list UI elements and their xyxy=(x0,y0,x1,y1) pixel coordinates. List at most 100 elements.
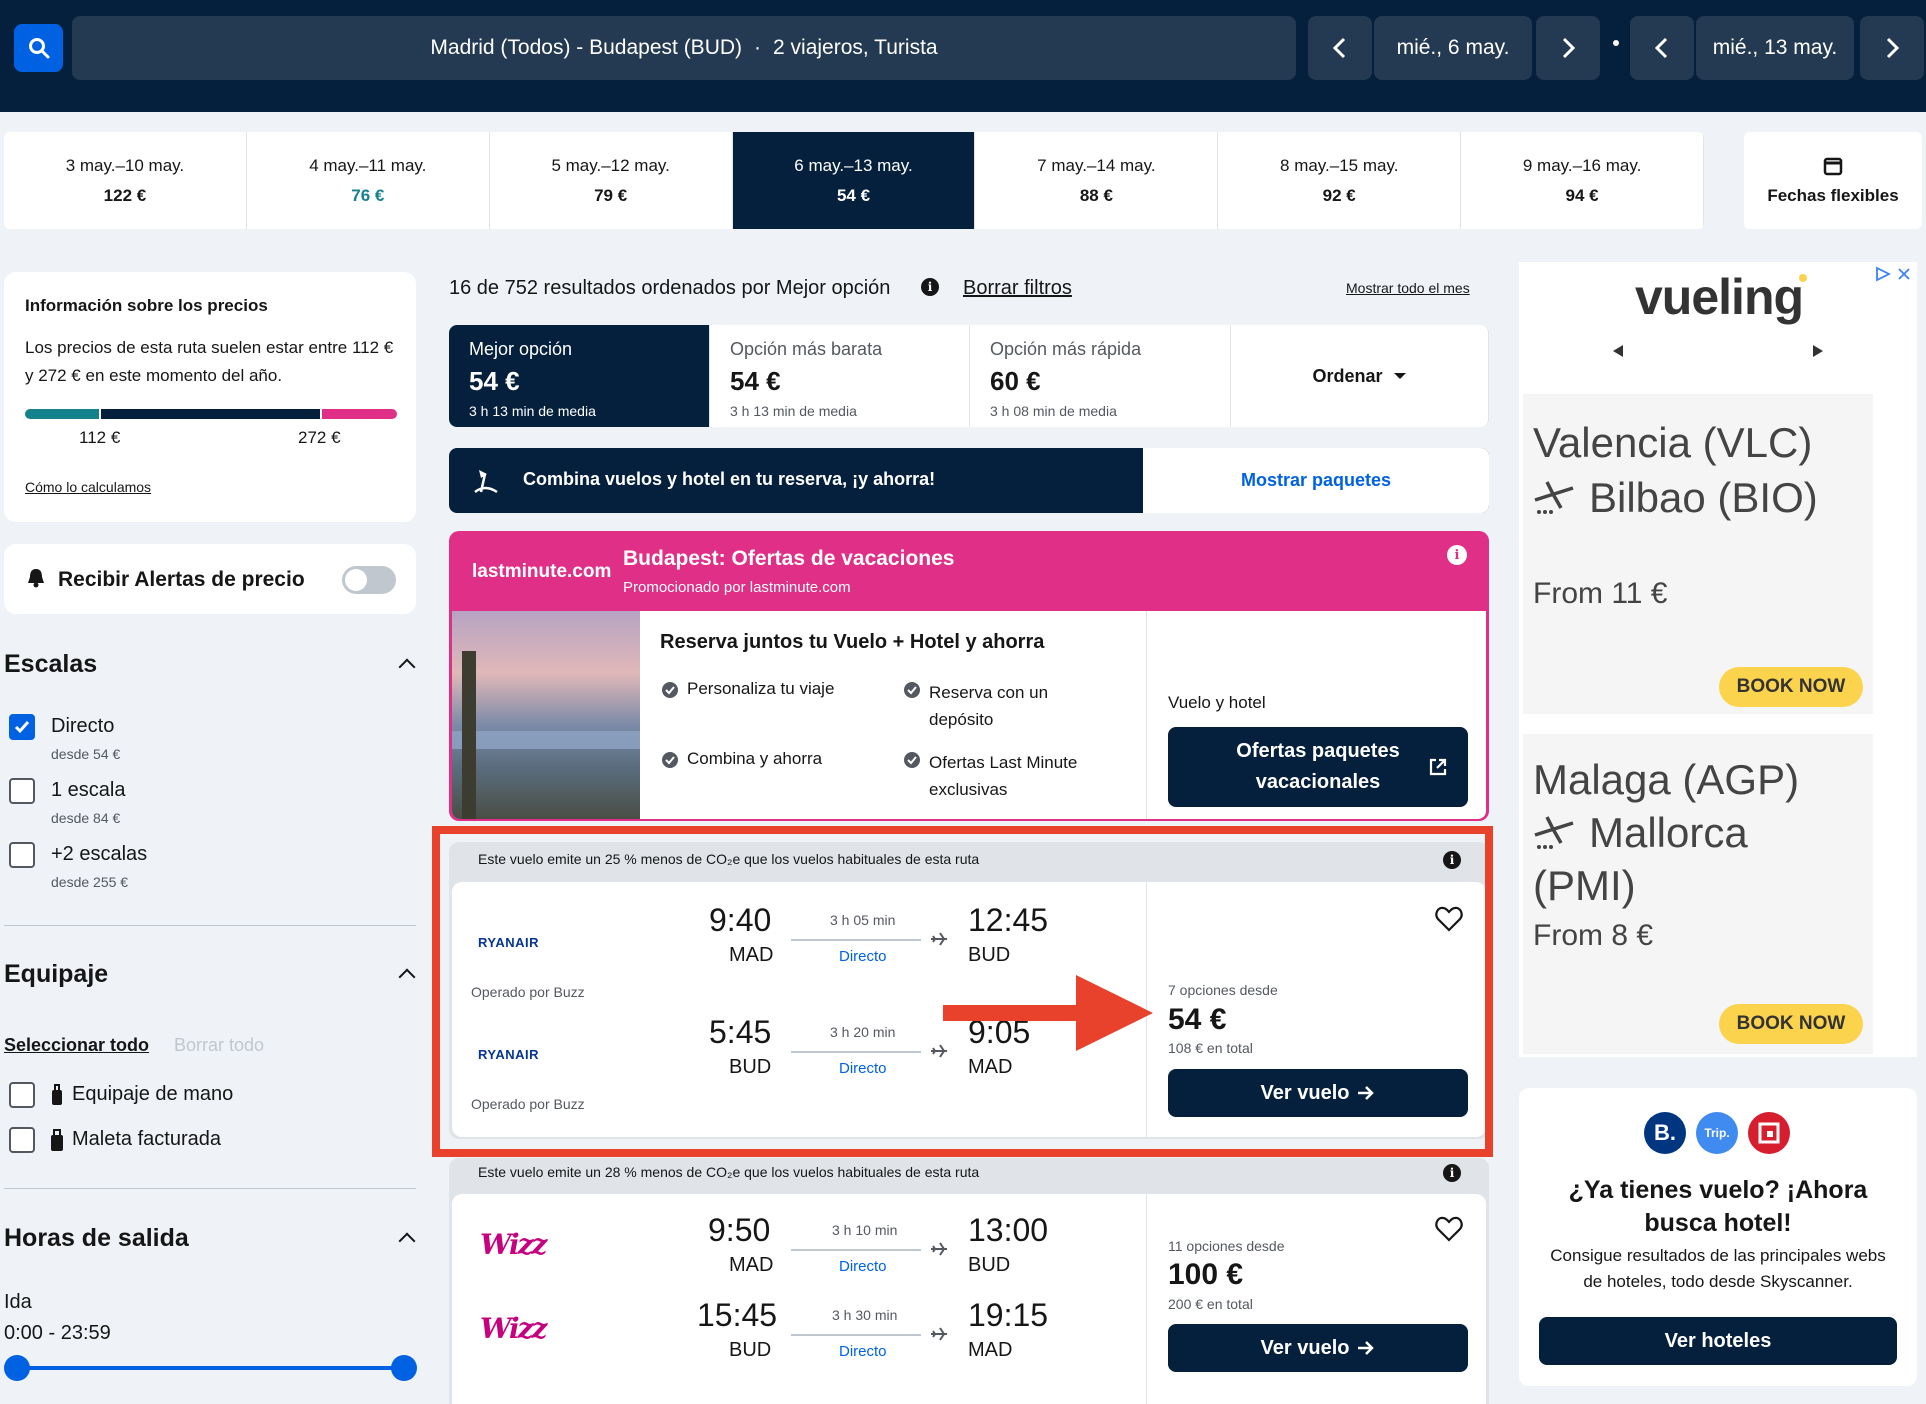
time-slider-min-handle[interactable] xyxy=(4,1355,30,1381)
flight-card[interactable]: Este vuelo emite un 28 % menos de CO₂e q… xyxy=(449,1158,1489,1404)
red-arrow-icon xyxy=(943,975,1153,1051)
date-option-4[interactable]: 7 may.–14 may. 88 € xyxy=(975,132,1219,229)
checkbox-carry-on[interactable] xyxy=(9,1082,35,1108)
calendar-icon xyxy=(1823,157,1843,175)
lastminute-logo: lastminute.com xyxy=(472,561,612,582)
select-all-link[interactable]: Seleccionar todo xyxy=(4,1035,149,1056)
promo-card: lastminute.com Budapest: Ofertas de vaca… xyxy=(449,531,1489,821)
close-icon[interactable] xyxy=(1898,268,1910,280)
sort-dropdown[interactable]: Ordenar xyxy=(1231,325,1489,427)
date-option-2[interactable]: 5 may.–12 may. 79 € xyxy=(490,132,733,229)
vacation-packages-button[interactable]: Ofertas paquetes vacacionales xyxy=(1168,727,1468,807)
clear-filters-link[interactable]: Borrar filtros xyxy=(963,277,1072,300)
check-icon xyxy=(14,721,30,734)
plane-icon xyxy=(1534,481,1574,514)
checkbox-direct[interactable] xyxy=(9,714,35,740)
trip-logo: Trip. xyxy=(1696,1112,1738,1154)
book-now-button[interactable]: BOOK NOW xyxy=(1719,667,1863,707)
co2-note: Este vuelo emite un 28 % menos de CO₂e q… xyxy=(478,1164,980,1180)
ad-slide[interactable]: Valencia (VLC) Bilbao (BIO) From 11 € BO… xyxy=(1523,394,1873,714)
hotel-brand-logo xyxy=(1748,1112,1790,1154)
plane-icon xyxy=(931,1327,947,1341)
vueling-logo: vueling xyxy=(1635,269,1804,325)
results-summary: 16 de 752 resultados ordenados por Mejor… xyxy=(449,277,891,299)
ad-banner[interactable]: vueling Valencia (VLC) Bilbao (BIO) From… xyxy=(1519,262,1917,1057)
tab-best[interactable]: Mejor opción 54 €3 h 13 min de media xyxy=(449,325,710,427)
triangle-right-icon[interactable] xyxy=(1811,344,1825,358)
price-bar-high xyxy=(322,409,397,419)
header: Madrid (Todos) - Budapest (BUD) · 2 viaj… xyxy=(0,0,1926,112)
checkbox-1-stop[interactable] xyxy=(9,778,35,804)
triangle-left-icon[interactable] xyxy=(1611,344,1625,358)
chevron-up-icon[interactable] xyxy=(398,658,416,676)
budapest-photo xyxy=(452,611,640,819)
wizz-logo: Wizz xyxy=(480,1312,547,1345)
depart-next-button[interactable] xyxy=(1536,16,1600,80)
check-circle-icon xyxy=(662,682,678,698)
info-icon[interactable]: i xyxy=(921,278,939,296)
depart-prev-button[interactable] xyxy=(1308,16,1372,80)
tab-fastest[interactable]: Opción más rápida 60 €3 h 08 min de media xyxy=(970,325,1231,427)
ad-choices-icon[interactable] xyxy=(1875,266,1891,282)
return-prev-button[interactable] xyxy=(1630,16,1694,80)
hotel-card: B. Trip. ¿Ya tienes vuelo? ¡Ahora busca … xyxy=(1519,1088,1917,1386)
date-option-1[interactable]: 4 may.–11 may. 76 € xyxy=(247,132,490,229)
plane-icon xyxy=(1534,816,1574,849)
search-summary[interactable]: Madrid (Todos) - Budapest (BUD) · 2 viaj… xyxy=(72,16,1296,80)
price-info-card: Información sobre los precios Los precio… xyxy=(4,272,416,522)
depart-date[interactable]: mié., 6 may. xyxy=(1374,16,1532,80)
checkbox-checked-bag[interactable] xyxy=(9,1127,35,1153)
info-icon[interactable]: i xyxy=(1443,1164,1461,1182)
time-slider-max-handle[interactable] xyxy=(391,1355,417,1381)
search-icon xyxy=(28,38,49,59)
chevron-up-icon[interactable] xyxy=(398,1232,416,1250)
bell-icon xyxy=(28,569,44,588)
departure-times-title[interactable]: Horas de salida xyxy=(4,1224,189,1253)
check-circle-icon xyxy=(904,682,920,698)
flight-price: 100 € xyxy=(1168,1258,1244,1291)
combo-banner: Combina vuelos y hotel en tu reserva, ¡y… xyxy=(449,448,1489,513)
show-packages-button[interactable]: Mostrar paquetes xyxy=(1143,448,1489,513)
baggage-title[interactable]: Equipaje xyxy=(4,960,108,989)
route-text: Madrid (Todos) - Budapest (BUD) xyxy=(430,36,743,59)
plane-icon xyxy=(931,1242,947,1256)
chevron-right-icon xyxy=(1886,37,1900,59)
flexible-dates-button[interactable]: Fechas flexibles xyxy=(1744,132,1922,229)
calc-link[interactable]: Cómo lo calculamos xyxy=(25,479,151,495)
chevron-right-icon xyxy=(1562,37,1576,59)
date-strip: 3 may.–10 may. 122 €4 may.–11 may. 76 €5 m… xyxy=(4,132,1704,229)
travellers-text: 2 viajeros, Turista xyxy=(773,36,938,59)
chevron-left-icon xyxy=(1654,37,1668,59)
clear-all-link[interactable]: Borrar todo xyxy=(174,1035,264,1056)
alert-toggle[interactable] xyxy=(342,566,396,594)
return-date[interactable]: mié., 13 may. xyxy=(1696,16,1854,80)
checked-bag-icon xyxy=(51,1129,63,1151)
date-option-6[interactable]: 9 may.–16 may. 94 € xyxy=(1461,132,1704,229)
view-flight-button[interactable]: Ver vuelo xyxy=(1168,1324,1468,1372)
chevron-up-icon[interactable] xyxy=(398,968,416,986)
heart-icon[interactable] xyxy=(1435,1216,1463,1242)
date-option-5[interactable]: 8 may.–15 may. 92 € xyxy=(1218,132,1462,229)
stops-title[interactable]: Escalas xyxy=(4,650,97,679)
date-option-3[interactable]: 6 may.–13 may. 54 € xyxy=(732,132,976,229)
check-circle-icon xyxy=(904,752,920,768)
price-alert-card[interactable]: Recibir Alertas de precio xyxy=(4,544,416,614)
return-next-button[interactable] xyxy=(1860,16,1924,80)
book-now-button[interactable]: BOOK NOW xyxy=(1719,1004,1863,1044)
view-hotels-button[interactable]: Ver hoteles xyxy=(1539,1317,1897,1365)
check-circle-icon xyxy=(662,752,678,768)
search-button[interactable] xyxy=(14,24,63,72)
booking-logo: B. xyxy=(1644,1112,1686,1154)
info-icon[interactable]: i xyxy=(1447,545,1467,565)
ad-slide[interactable]: Malaga (AGP) Mallorca (PMI) From 8 € BOO… xyxy=(1523,734,1873,1054)
date-option-0[interactable]: 3 may.–10 may. 122 € xyxy=(4,132,247,229)
price-bar-low xyxy=(25,409,99,419)
caret-down-icon xyxy=(1393,373,1406,379)
show-month-link[interactable]: Mostrar todo el mes xyxy=(1346,280,1470,296)
checkbox-2-stops[interactable] xyxy=(9,842,35,868)
arrow-right-icon xyxy=(1358,1341,1375,1355)
time-slider-track[interactable] xyxy=(16,1366,406,1370)
external-link-icon xyxy=(1429,758,1447,776)
carry-on-bag-icon xyxy=(52,1084,62,1105)
tab-cheapest[interactable]: Opción más barata 54 €3 h 13 min de media xyxy=(710,325,970,427)
